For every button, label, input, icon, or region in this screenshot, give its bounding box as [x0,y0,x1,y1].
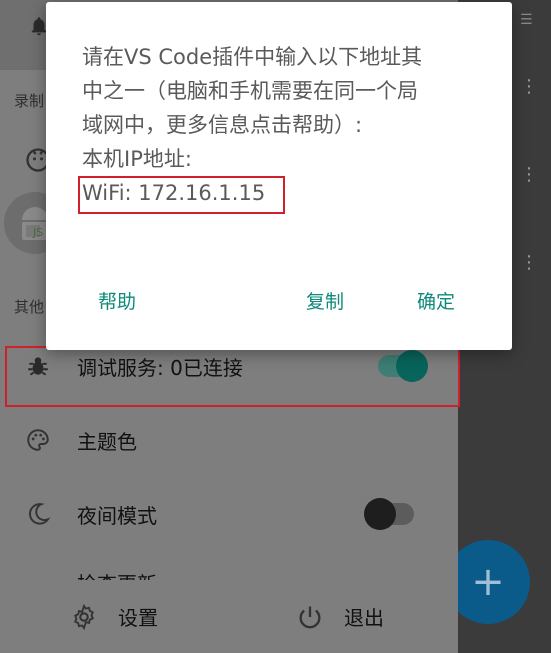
night-mode-item[interactable]: 夜间模式 [0,484,458,544]
dialog-message-line: 请在VS Code插件中输入以下地址其 [82,45,423,69]
exit-button[interactable]: 退出 [296,602,384,631]
gear-icon [74,603,94,630]
night-mode-label: 夜间模式 [77,503,157,528]
settings-button[interactable]: 设置 [70,602,158,631]
settings-label: 设置 [118,606,158,630]
section-label-record: 录制 [14,92,45,110]
copy-button[interactable]: 复制 [306,287,344,314]
theme-color-item[interactable]: 主题色 [0,410,458,470]
section-label-other: 其他 [14,298,45,316]
moon-icon [24,500,52,528]
debug-service-highlight [5,346,460,407]
toggle-knob [364,498,396,530]
exit-label: 退出 [344,606,384,630]
ok-button[interactable]: 确定 [417,287,455,314]
list-icon[interactable]: ☰ [520,12,533,28]
wifi-address-highlight [78,176,285,214]
connection-info-dialog: 请在VS Code插件中输入以下地址其 中之一（电脑和手机需要在同一个局 域网中… [46,2,512,350]
more-options-icon[interactable]: ⋮ [520,166,538,184]
add-fab-button[interactable]: + [446,540,530,624]
svg-text:JS: JS [32,226,43,239]
plus-icon: + [471,559,505,605]
more-options-icon[interactable]: ⋮ [520,78,538,96]
palette-icon [24,426,52,454]
help-button[interactable]: 帮助 [98,287,136,314]
dialog-message-line: 域网中，更多信息点击帮助）: [82,113,363,137]
dialog-message-line: 本机IP地址: [82,147,192,171]
dialog-message-line: 中之一（电脑和手机需要在同一个局 [82,79,418,103]
theme-color-label: 主题色 [77,429,137,454]
more-options-icon[interactable]: ⋮ [520,254,538,272]
power-icon [299,606,321,628]
night-mode-toggle[interactable] [364,498,414,530]
drawer-footer: 设置 退出 [0,580,458,653]
